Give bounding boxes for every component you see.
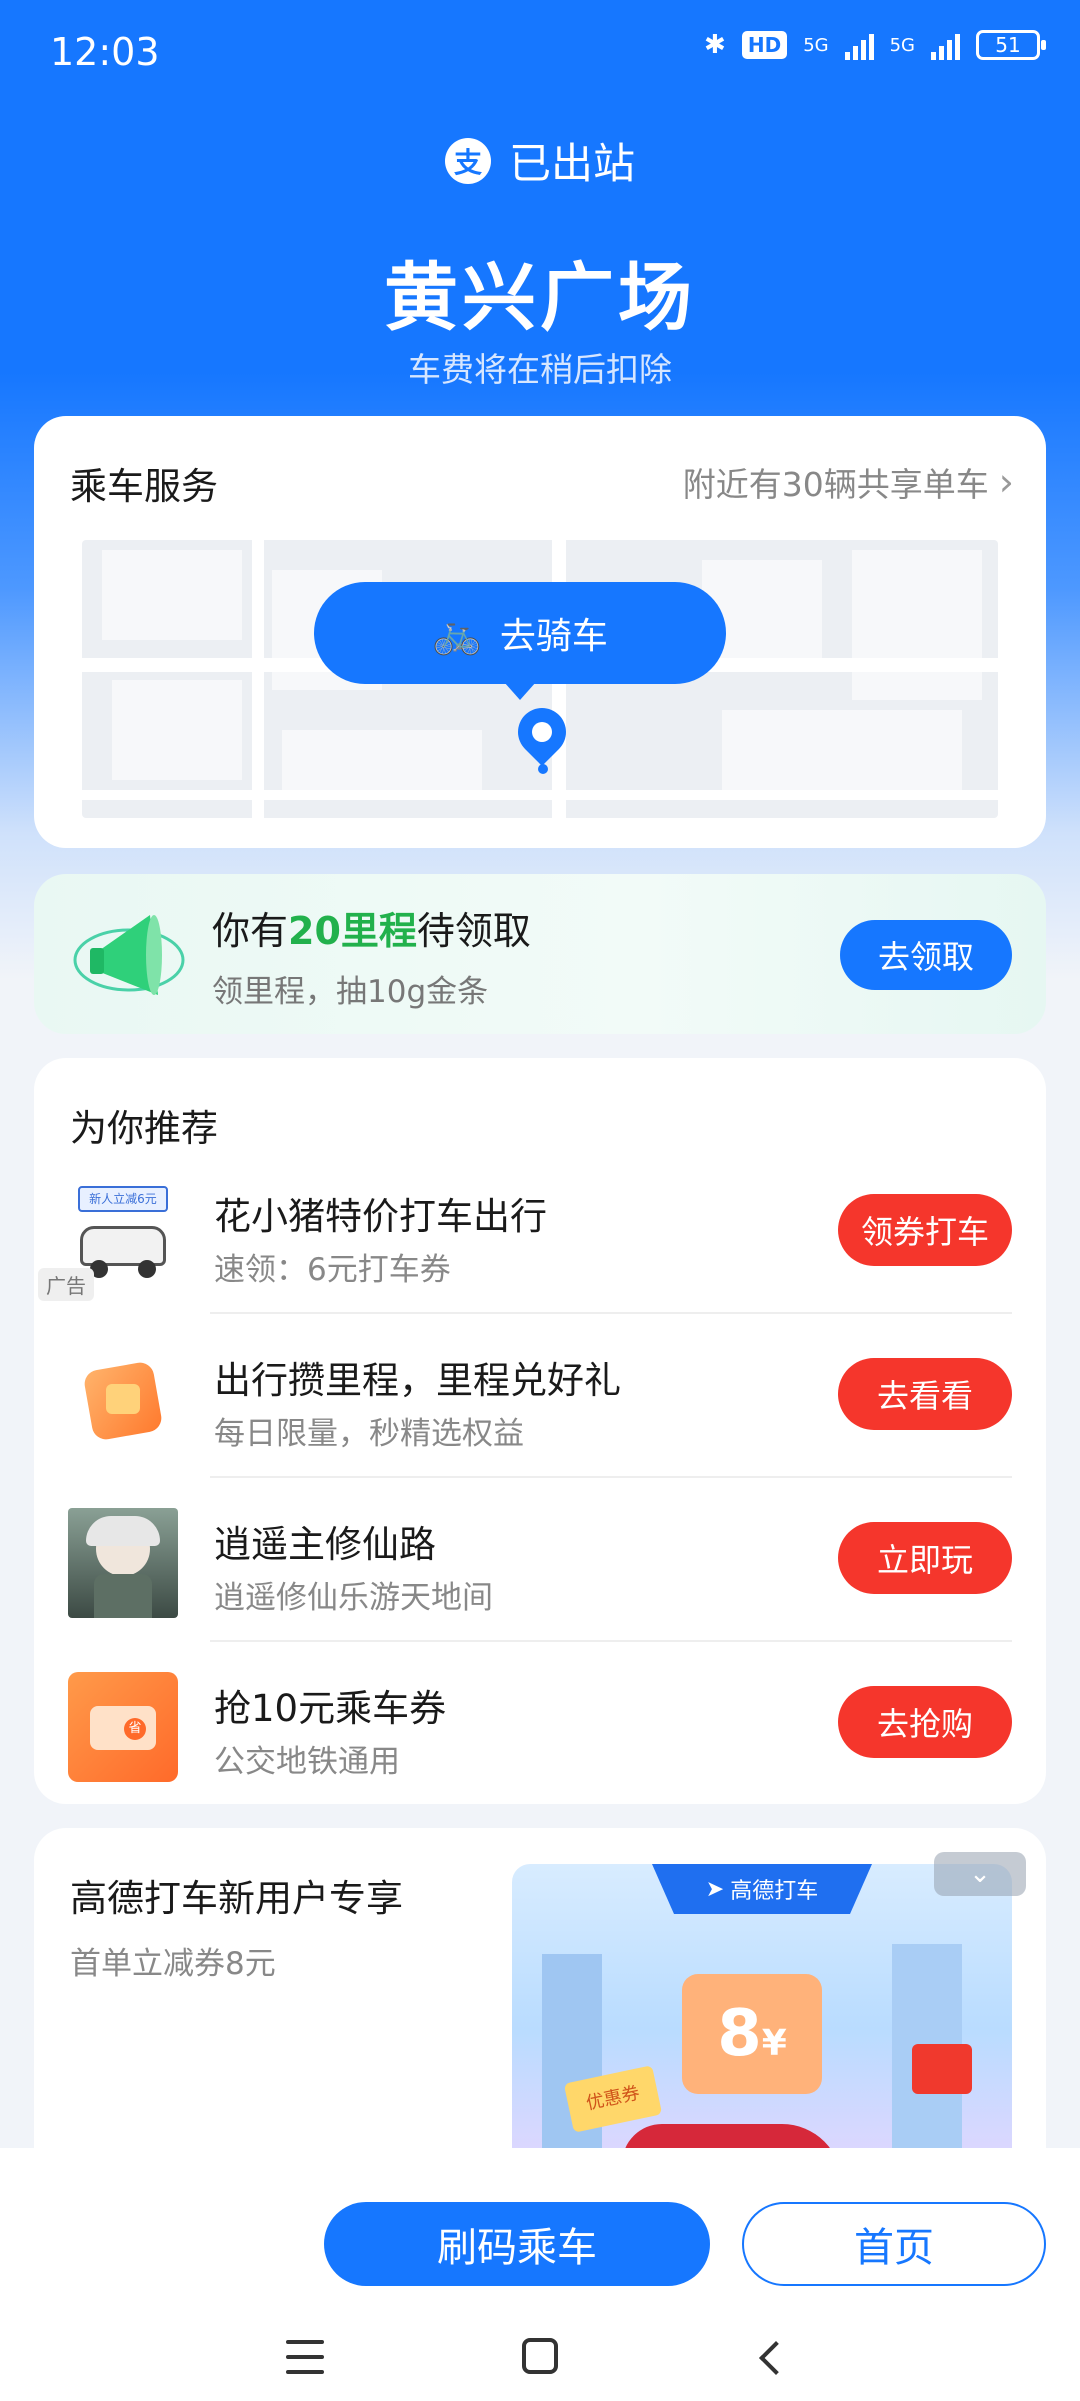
status-bar: 12:03 ✱ HD 5G 5G 51 — [0, 0, 1080, 105]
network-label-1: 5G — [803, 34, 829, 56]
hd-icon: HD — [741, 31, 788, 59]
station-name: 黄兴广场 — [384, 255, 696, 341]
list-item[interactable]: 出行攒里程，里程兑好礼 每日限量，秒精选权益 去看看 — [34, 1332, 1046, 1496]
item-name: 花小猪特价打车出行 — [214, 1195, 547, 1238]
home-button[interactable]: 首页 — [742, 2202, 1046, 2286]
thumb-badge: 新人立减6元 — [78, 1186, 168, 1212]
battery-icon: 51 — [976, 30, 1046, 60]
exit-status: 支 已出站 — [0, 130, 1080, 191]
gaode-title: 高德打车新用户专享 — [70, 1877, 403, 1920]
scan-code-ride-button[interactable]: 刷码乘车 — [324, 2202, 710, 2286]
mileage-subtitle: 领里程，抽10g金条 — [212, 974, 489, 1010]
item-subtitle: 公交地铁通用 — [214, 1744, 400, 1780]
wheel — [138, 1260, 156, 1278]
gaode-banner-image[interactable]: ➤ 高德打车 8¥ 优惠券 — [512, 1864, 1012, 2194]
play-now-button[interactable]: 立即玩 — [838, 1522, 1012, 1594]
status-icons: ✱ HD 5G 5G 51 — [704, 30, 1046, 60]
location-dot — [538, 764, 548, 774]
recommend-title: 为你推荐 — [70, 1107, 218, 1150]
get-coupon-ride-button[interactable]: 领券打车 — [838, 1194, 1012, 1266]
divider — [210, 1312, 1012, 1314]
game-character-thumb — [68, 1508, 178, 1618]
gaode-banner-label: ➤ 高德打车 — [652, 1864, 872, 1914]
coupon-graphic: 8¥ — [682, 1974, 822, 2094]
send-icon: ➤ — [705, 1876, 725, 1902]
gaode-banner-text: 高德打车 — [730, 1879, 819, 1904]
signal-icon — [844, 30, 874, 60]
home-square-icon[interactable] — [522, 2338, 558, 2374]
gift-box-icon — [68, 1344, 178, 1454]
ride-service-title: 乘车服务 — [70, 465, 218, 508]
mileage-title-prefix: 你有 — [212, 909, 289, 953]
mileage-title-suffix: 待领取 — [416, 909, 531, 953]
list-item[interactable]: 逍遥主修仙路 逍遥修仙乐游天地间 立即玩 — [34, 1496, 1046, 1660]
car-icon — [80, 1226, 166, 1266]
signal-icon-2 — [931, 30, 960, 60]
nearby-bikes-label: 附近有30辆共享单车 — [682, 465, 989, 504]
grab-coupon-button[interactable]: 去抢购 — [838, 1686, 1012, 1758]
divider — [210, 1640, 1012, 1642]
ad-tag: 广告 — [38, 1268, 94, 1301]
mileage-card[interactable]: 你有20里程待领取 领里程，抽10g金条 去领取 — [34, 874, 1046, 1034]
mileage-title: 你有20里程待领取 — [212, 900, 531, 955]
collapse-chevron-icon[interactable]: ⌄ — [934, 1852, 1026, 1896]
go-ride-button[interactable]: 🚲 去骑车 — [314, 582, 726, 700]
list-item[interactable]: 省 抢10元乘车券 公交地铁通用 去抢购 — [34, 1660, 1046, 1824]
status-time: 12:03 — [50, 30, 160, 74]
coupon-value: 8 — [717, 1997, 762, 2071]
item-name: 出行攒里程，里程兑好礼 — [214, 1359, 621, 1402]
map-block — [852, 550, 982, 700]
map-road — [82, 790, 998, 800]
list-item[interactable]: 新人立减6元 广告 花小猪特价打车出行 速领：6元打车券 领券打车 — [34, 1168, 1046, 1332]
nearby-bikes-link[interactable]: 附近有30辆共享单车 › — [683, 458, 1014, 506]
recommend-card: 为你推荐 新人立减6元 广告 花小猪特价打车出行 速领：6元打车券 领券打车 出… — [34, 1058, 1046, 1804]
ride-service-card: 乘车服务 附近有30辆共享单车 › 🚲 去骑车 — [34, 416, 1046, 848]
divider — [210, 1476, 1012, 1478]
item-subtitle: 速领：6元打车券 — [214, 1252, 451, 1288]
item-subtitle: 每日限量，秒精选权益 — [214, 1416, 524, 1452]
exit-status-label: 已出站 — [508, 139, 635, 188]
network-label-2: 5G — [889, 34, 915, 56]
bicycle-icon: 🚲 — [432, 610, 482, 657]
system-nav-bar — [0, 2328, 1080, 2388]
item-subtitle: 逍遥修仙乐游天地间 — [214, 1580, 493, 1616]
ticket-icon: 省 — [68, 1672, 178, 1782]
item-name: 逍遥主修仙路 — [214, 1523, 436, 1566]
menu-icon[interactable] — [286, 2340, 324, 2374]
map-road — [252, 540, 264, 818]
map-block — [722, 710, 962, 800]
chevron-right-icon: › — [998, 460, 1014, 504]
item-name: 抢10元乘车券 — [214, 1687, 447, 1730]
back-icon[interactable] — [759, 2341, 793, 2375]
view-button[interactable]: 去看看 — [838, 1358, 1012, 1430]
mileage-amount: 20里程 — [288, 909, 417, 953]
map-block — [112, 680, 242, 780]
coupon-unit: ¥ — [761, 2023, 787, 2064]
red-envelope-icon — [912, 2044, 972, 2094]
alipay-logo-icon: 支 — [444, 137, 491, 184]
megaphone-icon — [73, 915, 185, 995]
fare-note: 车费将在稍后扣除 — [408, 350, 672, 389]
bottom-bar: 刷码乘车 首页 — [0, 2148, 1080, 2401]
go-ride-label: 去骑车 — [499, 616, 608, 657]
bluetooth-icon: ✱ — [704, 30, 726, 60]
claim-mileage-button[interactable]: 去领取 — [840, 920, 1012, 990]
map-block — [102, 550, 242, 640]
gaode-subtitle: 首单立减券8元 — [70, 1946, 276, 1982]
